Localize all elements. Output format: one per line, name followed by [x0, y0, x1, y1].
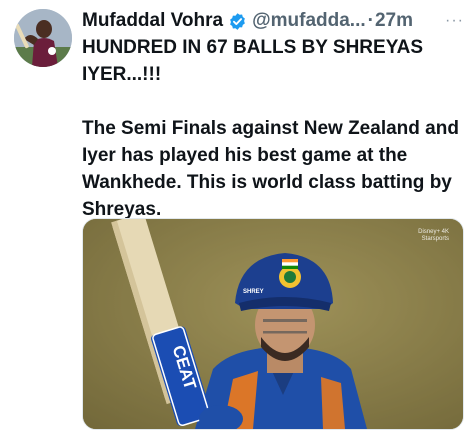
photo-image: SHREY CEAT — [83, 219, 463, 429]
svg-text:SHREY: SHREY — [243, 289, 264, 295]
more-options-icon[interactable]: ··· — [445, 9, 464, 33]
avatar[interactable] — [14, 9, 72, 67]
author-handle[interactable]: @mufadda... — [252, 9, 366, 33]
broadcast-watermark: Disney+ 4K Starsports — [418, 229, 449, 242]
tweet-media-photo[interactable]: SHREY CEAT Disney+ 4K Starsports — [82, 218, 464, 430]
tweet-text: HUNDRED IN 67 BALLS BY SHREYAS IYER...!!… — [82, 34, 466, 223]
tweet-card[interactable]: Mufaddal Vohra @mufadda... · 27m ··· HUN… — [0, 0, 474, 432]
tweet-text-line-2: The Semi Finals against New Zealand and … — [82, 118, 459, 220]
verified-badge-icon — [228, 12, 247, 31]
avatar-image — [14, 9, 72, 67]
author-name[interactable]: Mufaddal Vohra — [82, 9, 223, 33]
paragraph-spacer — [82, 88, 466, 115]
tweet-header: Mufaddal Vohra @mufadda... · 27m ··· — [82, 9, 464, 33]
tweet-text-line-1: HUNDRED IN 67 BALLS BY SHREYAS IYER...!!… — [82, 37, 424, 85]
separator-dot: · — [367, 10, 374, 31]
tweet-time[interactable]: 27m — [375, 9, 413, 33]
